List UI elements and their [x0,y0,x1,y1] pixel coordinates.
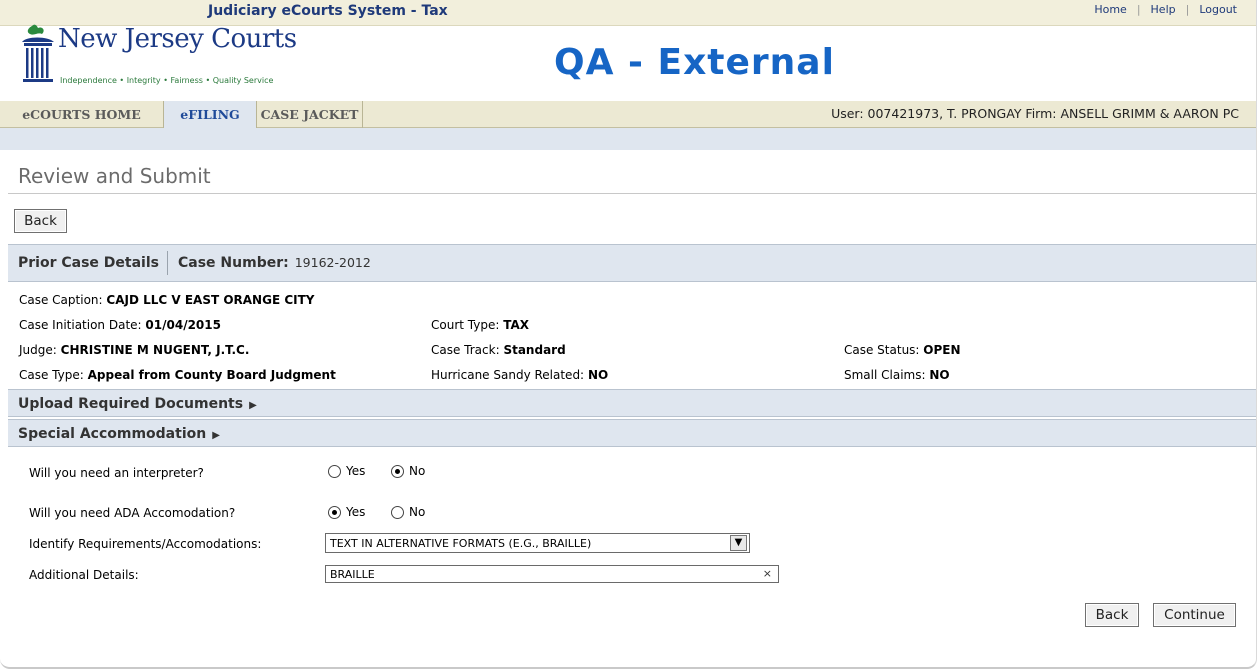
case-type-label: Case Type: [19,368,84,382]
requirements-select[interactable]: TEXT IN ALTERNATIVE FORMATS (E.G., BRAIL… [325,533,750,553]
nj-courts-logo[interactable]: New Jersey Courts Independence • Integri… [18,22,318,94]
small-claims: Small Claims: NO [844,368,950,382]
clear-icon[interactable]: × [763,567,772,580]
back-button-bottom[interactable]: Back [1085,603,1139,627]
title-divider [8,193,1256,194]
sandy-value: NO [587,368,609,382]
yes-label: Yes [346,464,366,478]
page-frame: Judiciary eCourts System - Tax Home | He… [0,0,1257,669]
initiation-label: Case Initiation Date: [19,318,142,332]
case-caption: Case Caption: CAJD LLC V EAST ORANGE CIT… [19,293,314,307]
no-label: No [409,505,426,519]
status-label: Case Status: [844,343,920,357]
radio-circle-selected [391,464,404,478]
court-type-value: TAX [503,318,530,332]
small-claims-label: Small Claims: [844,368,926,382]
radio-circle [391,505,404,519]
court-type-label: Court Type: [431,318,500,332]
system-title: Judiciary eCourts System - Tax [208,3,448,19]
main-tab-bar: eCOURTS HOME eFILING CASE JACKET User: 0… [0,101,1256,128]
additional-details-input[interactable]: BRAILLE × [325,565,779,583]
track-label: Case Track: [431,343,500,357]
case-track: Case Track: Standard [431,343,566,357]
radio-circle [328,464,341,478]
yes-label: Yes [346,505,366,519]
logo-title: New Jersey Courts [58,24,297,54]
expand-arrow-icon: ▶ [212,430,220,441]
ada-yes-radio[interactable]: Yes [328,505,365,519]
help-link[interactable]: Help [1141,3,1186,16]
details-value: BRAILLE [330,568,375,581]
back-button-top[interactable]: Back [14,209,67,233]
header-divider [167,251,168,275]
judge-value: CHRISTINE M NUGENT, J.T.C. [60,343,250,357]
case-caption-label: Case Caption: [19,293,103,307]
sandy-label: Hurricane Sandy Related: [431,368,585,382]
continue-button[interactable]: Continue [1153,603,1236,627]
judge: Judge: CHRISTINE M NUGENT, J.T.C. [19,343,249,357]
upload-section-label: Upload Required Documents [18,396,244,412]
radio-circle-selected [328,505,341,519]
tab-efiling[interactable]: eFILING [164,101,257,128]
upload-documents-header[interactable]: Upload Required Documents ▶ [8,389,1256,417]
no-label: No [409,464,426,478]
initiation-value: 01/04/2015 [145,318,221,332]
interpreter-yes-radio[interactable]: Yes [328,464,365,478]
chevron-down-icon[interactable]: ▼ [730,535,747,551]
case-number-value: 19162-2012 [294,255,371,270]
case-initiation-date: Case Initiation Date: 01/04/2015 [19,318,221,332]
track-value: Standard [503,343,566,357]
case-type: Case Type: Appeal from County Board Judg… [19,368,336,382]
requirements-value: TEXT IN ALTERNATIVE FORMATS (E.G., BRAIL… [330,537,592,550]
prior-case-heading: Prior Case Details [18,255,159,271]
interpreter-no-radio[interactable]: No [391,464,425,478]
prior-case-header: Prior Case Details Case Number: 19162-201… [8,244,1256,282]
details-label: Additional Details: [29,568,139,582]
small-claims-value: NO [929,368,950,382]
ada-question: Will you need ADA Accomodation? [29,506,236,520]
status-value: OPEN [923,343,961,357]
case-number-block: Case Number: 19162-2012 [178,255,371,271]
judge-label: Judge: [19,343,57,357]
environment-label: QA - External [554,42,835,83]
case-status: Case Status: OPEN [844,343,961,357]
court-type: Court Type: TAX [431,318,529,332]
tab-ecourts-home[interactable]: eCOURTS HOME [0,101,164,128]
hurricane-sandy: Hurricane Sandy Related: NO [431,368,608,382]
home-link[interactable]: Home [1084,3,1136,16]
sub-nav-bar [0,128,1256,150]
top-links: Home | Help | Logout [1084,3,1247,16]
interpreter-question: Will you need an interpreter? [29,466,204,480]
user-info: User: 007421973, T. PRONGAY Firm: ANSELL… [831,106,1239,121]
expand-arrow-icon: ▶ [249,400,257,411]
statehouse-icon [22,24,54,82]
requirements-label: Identify Requirements/Accomodations: [29,537,262,551]
logo-tagline: Independence • Integrity • Fairness • Qu… [60,76,274,85]
case-type-value: Appeal from County Board Judgment [87,368,336,382]
case-number-label: Case Number: [178,255,289,271]
tab-case-jacket[interactable]: CASE JACKET [257,101,363,128]
ada-no-radio[interactable]: No [391,505,425,519]
logout-link[interactable]: Logout [1189,3,1247,16]
case-caption-value: CAJD LLC V EAST ORANGE CITY [106,293,315,307]
special-section-label: Special Accommodation [18,426,207,442]
page-title: Review and Submit [18,164,211,188]
special-accommodation-header[interactable]: Special Accommodation ▶ [8,419,1256,447]
